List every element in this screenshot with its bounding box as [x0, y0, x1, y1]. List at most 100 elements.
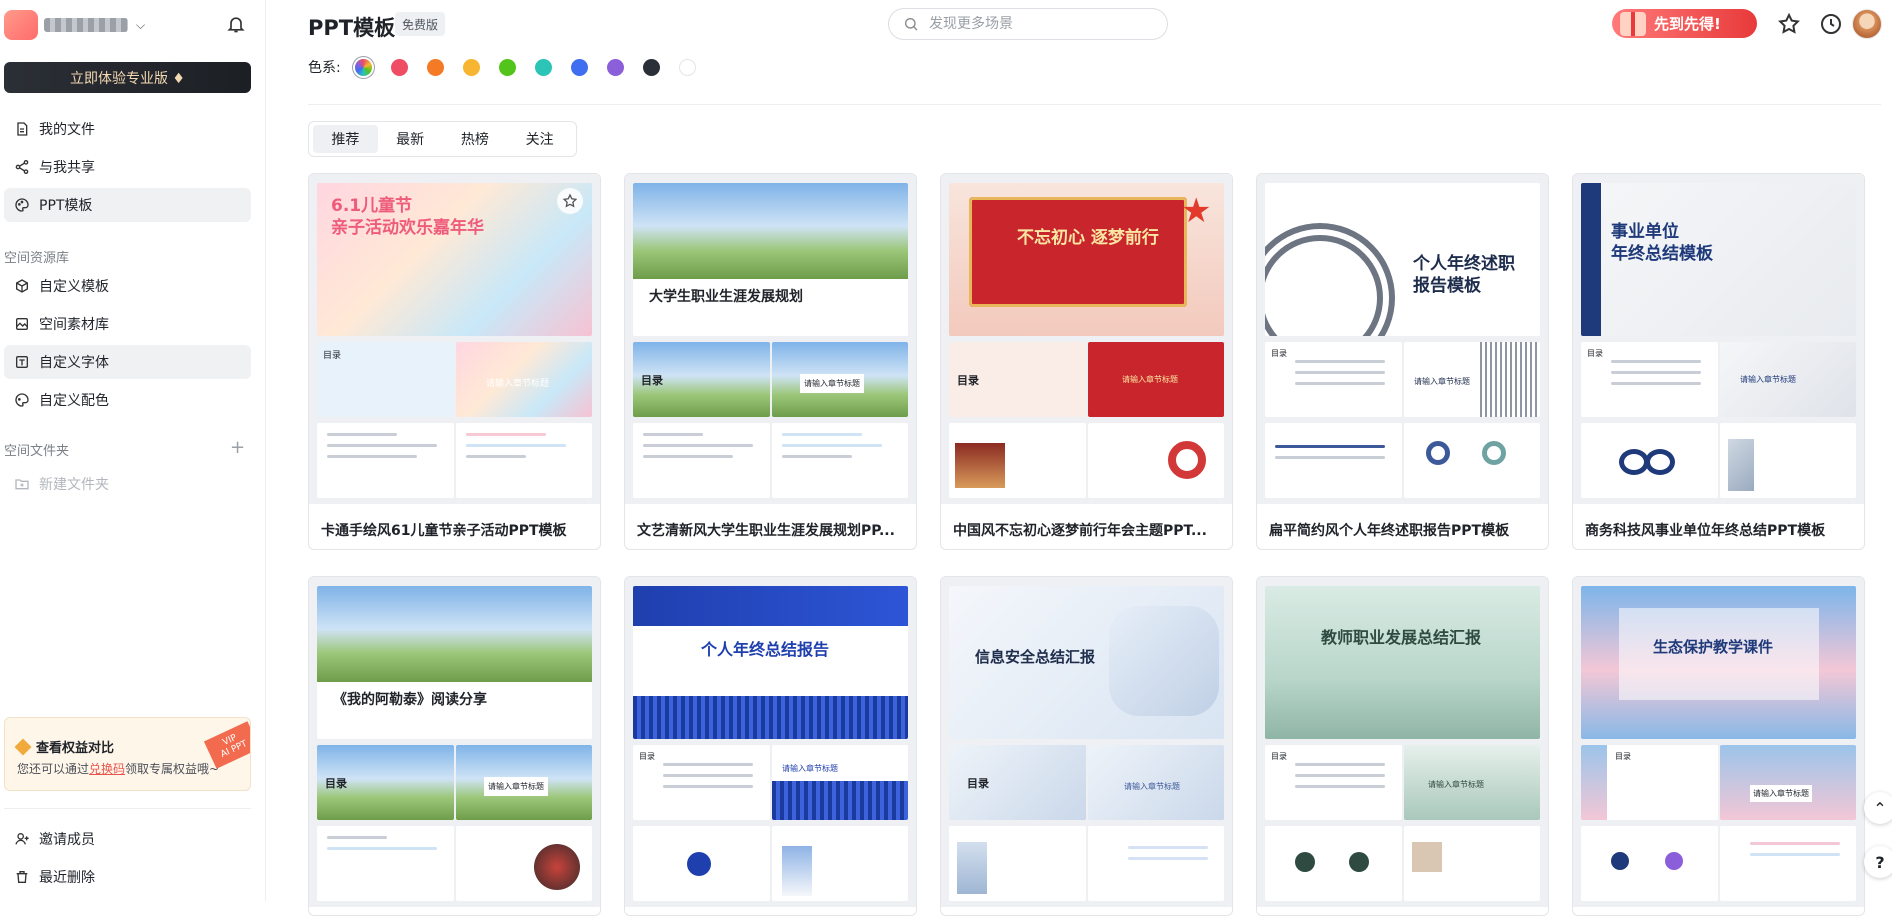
nav-item-label: 最近删除 — [39, 870, 95, 886]
new-folder-button[interactable]: 新建文件夹 — [4, 467, 251, 501]
sidebar-divider — [4, 808, 251, 809]
preview-toc-slide: 目录 — [633, 745, 770, 820]
preview-hero-slide: 不忘初心 逐梦前行 ★ — [949, 183, 1224, 336]
star-icon[interactable] — [1777, 12, 1801, 36]
swatch-orange[interactable] — [426, 58, 444, 76]
workspace-switcher[interactable]: ⌵ — [4, 10, 145, 40]
sidebar: ⌵ 立即体验专业版 ♦ 我的文件 与我共享 PPT模板 空间资源库 自定义模板 … — [0, 0, 266, 901]
preview-content-slide — [1088, 826, 1224, 901]
preview-content-slide — [456, 826, 592, 901]
preview-hero-slide: 事业单位 年终总结模板 — [1581, 183, 1856, 336]
workspace-name-blurred — [44, 18, 128, 32]
preview-hero-title: 个人年终总结报告 — [701, 640, 830, 659]
add-folder-icon[interactable]: + — [230, 437, 245, 458]
upgrade-pro-button[interactable]: 立即体验专业版 ♦ — [4, 62, 251, 93]
preview-content-slide — [1088, 423, 1224, 498]
template-title: 商务科技风事业单位年终总结PPT模板 — [1585, 523, 1826, 539]
swatch-black[interactable] — [642, 58, 660, 76]
preview-toc-slide: 目录 — [317, 342, 454, 417]
preview-toc-slide: 目录 — [1265, 745, 1402, 820]
tab-latest[interactable]: 最新 — [378, 125, 443, 153]
template-card[interactable]: 个人年终述职 报告模板 目录 请输入章节标题 扁平简约风个人年终述职报告PPT模… — [1256, 173, 1549, 550]
nav-item-custom-templates[interactable]: 自定义模板 — [4, 269, 251, 303]
preview-toc-slide: 目录 — [1581, 342, 1718, 417]
vip-card-subtitle: 您还可以通过兑换码领取专属权益哦~ — [17, 762, 220, 776]
scroll-to-top-button[interactable]: ⌃ — [1864, 792, 1892, 824]
preview-section-slide: 请输入章节标题 — [772, 342, 908, 417]
preview-hero-slide: 教师职业发展总结汇报 — [1265, 586, 1540, 739]
preview-hero-slide: 个人年终述职 报告模板 — [1265, 183, 1540, 336]
recently-deleted-item[interactable]: 最近删除 — [4, 860, 251, 894]
tab-hot[interactable]: 热榜 — [443, 125, 508, 153]
preview-hero-slide: 大学生职业生涯发展规划 — [633, 183, 908, 336]
plan-badge: 免费版 — [395, 12, 446, 36]
preview-hero-slide: 信息安全总结汇报 — [949, 586, 1224, 739]
nav-item-shared-with-me[interactable]: 与我共享 — [4, 150, 251, 184]
template-card[interactable]: 生态保护教学课件 目录 请输入章节标题 — [1572, 576, 1865, 916]
filter-divider — [308, 104, 1881, 105]
preview-content-slide — [633, 826, 770, 901]
preview-section-slide: 请输入章节标题 — [456, 342, 592, 417]
preview-toc-slide: 目录 — [1265, 342, 1402, 417]
invite-members-item[interactable]: 邀请成员 — [4, 822, 251, 856]
nav-item-space-assets[interactable]: 空间素材库 — [4, 307, 251, 341]
palette-icon — [15, 393, 29, 407]
preview-content-slide — [1404, 423, 1540, 498]
favorite-star-icon[interactable] — [557, 188, 583, 214]
template-card[interactable]: 《我的阿勒泰》阅读分享 目录 请输入章节标题 — [308, 576, 601, 916]
tab-recommended[interactable]: 推荐 — [313, 125, 378, 153]
swatch-yellow[interactable] — [462, 58, 480, 76]
search-box[interactable] — [888, 8, 1168, 40]
swatch-green[interactable] — [498, 58, 516, 76]
color-filter-label: 色系: — [308, 60, 341, 76]
template-card[interactable]: 个人年终总结报告 目录 请输入章节标题 — [624, 576, 917, 916]
vip-compare-card[interactable]: 查看权益对比 您还可以通过兑换码领取专属权益哦~ VIP AI PPT — [4, 717, 251, 791]
nav-item-label: 自定义字体 — [39, 355, 109, 371]
promo-banner[interactable]: 先到先得! — [1612, 9, 1757, 38]
swatch-teal[interactable] — [534, 58, 552, 76]
preview-section-slide: 请输入章节标题 — [1404, 745, 1540, 820]
nav-item-label: PPT模板 — [39, 198, 93, 214]
preview-content-slide — [1581, 826, 1718, 901]
avatar[interactable] — [1852, 9, 1882, 39]
template-card[interactable]: 教师职业发展总结汇报 目录 请输入章节标题 — [1256, 576, 1549, 916]
sort-tabs: 推荐 最新 热榜 关注 — [308, 121, 577, 157]
preview-content-slide — [1720, 423, 1856, 498]
template-title: 扁平简约风个人年终述职报告PPT模板 — [1269, 523, 1510, 539]
template-preview: 教师职业发展总结汇报 目录 请输入章节标题 — [1257, 577, 1548, 907]
nav-item-custom-colors[interactable]: 自定义配色 — [4, 383, 251, 417]
template-card[interactable]: 6.1儿童节 亲子活动欢乐嘉年华 目录 请输入章节标题 卡通手绘风61儿童节亲子… — [308, 173, 601, 550]
preview-hero-slide: 《我的阿勒泰》阅读分享 — [317, 586, 592, 739]
template-card[interactable]: 事业单位 年终总结模板 目录 请输入章节标题 商务科技风事业单位年终总结PPT模… — [1572, 173, 1865, 550]
nav-item-ppt-templates[interactable]: PPT模板 — [4, 188, 251, 222]
tab-following[interactable]: 关注 — [507, 125, 572, 153]
nav-item-label: 邀请成员 — [39, 832, 95, 848]
swatch-red[interactable] — [390, 58, 408, 76]
preview-section-slide: 请输入章节标题 — [772, 745, 908, 820]
template-card[interactable]: 信息安全总结汇报 目录 请输入章节标题 — [940, 576, 1233, 916]
swatch-all-colors[interactable] — [354, 58, 372, 76]
file-icon — [17, 122, 28, 136]
cube-icon — [16, 279, 28, 293]
preview-toc-slide: 目录 — [633, 342, 770, 417]
template-preview: 个人年终述职 报告模板 目录 请输入章节标题 — [1257, 174, 1548, 504]
swatch-white[interactable] — [678, 58, 696, 76]
bell-icon[interactable] — [226, 14, 246, 34]
clock-icon[interactable] — [1819, 12, 1843, 36]
template-card[interactable]: 不忘初心 逐梦前行 ★ 目录 请输入章节标题 中国风不忘初心逐梦前行年会主题PP… — [940, 173, 1233, 550]
preview-hero-title: 教师职业发展总结汇报 — [1321, 628, 1482, 647]
search-input[interactable] — [929, 16, 1149, 32]
preview-toc-slide: 目录 — [949, 745, 1086, 820]
image-icon — [16, 318, 28, 330]
swatch-purple[interactable] — [606, 58, 624, 76]
chevron-down-icon: ⌵ — [136, 17, 146, 32]
nav-item-custom-fonts[interactable]: 自定义字体 — [4, 345, 251, 379]
template-preview: 不忘初心 逐梦前行 ★ 目录 请输入章节标题 — [941, 174, 1232, 504]
swatch-blue[interactable] — [570, 58, 588, 76]
nav-item-label: 空间素材库 — [39, 317, 109, 333]
template-card[interactable]: 大学生职业生涯发展规划 目录 请输入章节标题 文艺清新风大学生职业生涯发展规划P… — [624, 173, 917, 550]
help-button[interactable]: ? — [1864, 846, 1892, 878]
redeem-code-link[interactable]: 兑换码 — [89, 762, 125, 776]
nav-item-my-files[interactable]: 我的文件 — [4, 112, 251, 146]
preview-content-slide — [1404, 826, 1540, 901]
